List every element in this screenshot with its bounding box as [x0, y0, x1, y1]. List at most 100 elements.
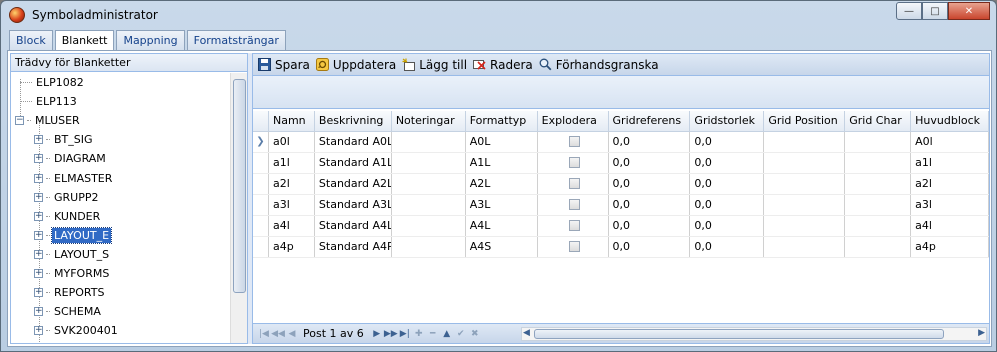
table-cell[interactable]: a4p: [911, 237, 990, 257]
column-header-explodera[interactable]: Explodera: [538, 111, 609, 131]
tree-node-diagram[interactable]: + DIAGRAM: [11, 149, 229, 168]
table-cell[interactable]: A4L: [466, 216, 538, 236]
table-cell[interactable]: 0,0: [609, 237, 691, 257]
tree-node-svk200401[interactable]: + SVK200401: [11, 321, 229, 340]
tree-node-grupp2[interactable]: + GRUPP2: [11, 188, 229, 207]
table-cell[interactable]: [764, 132, 846, 152]
column-header-noteringar[interactable]: Noteringar: [392, 111, 466, 131]
tree-scrollbar-thumb[interactable]: [233, 79, 246, 293]
column-header-beskrivning[interactable]: Beskrivning: [315, 111, 392, 131]
tree-node-layout-s[interactable]: + LAYOUT_S: [11, 245, 229, 264]
tree-node-myforms[interactable]: + MYFORMS: [11, 264, 229, 283]
table-row[interactable]: a2l Standard A2L A2L 0,0 0,0 a2l: [253, 174, 990, 195]
explodera-checkbox[interactable]: [569, 136, 581, 147]
table-cell[interactable]: A1L: [466, 153, 538, 173]
table-cell[interactable]: Standard A3L: [315, 195, 392, 215]
table-cell[interactable]: a1l: [911, 153, 990, 173]
save-button[interactable]: Spara: [256, 55, 314, 75]
table-cell[interactable]: 0,0: [609, 132, 691, 152]
row-selector[interactable]: [253, 216, 269, 236]
expand-icon[interactable]: +: [34, 135, 43, 145]
tree-node-layout-e[interactable]: + LAYOUT_E: [11, 226, 229, 245]
table-cell[interactable]: 0,0: [690, 153, 765, 173]
table-cell[interactable]: [764, 195, 846, 215]
table-cell[interactable]: a2l: [269, 174, 315, 194]
tree-scrollbar[interactable]: [230, 73, 247, 343]
explodera-checkbox[interactable]: [569, 241, 581, 252]
expand-icon[interactable]: +: [34, 288, 43, 298]
table-cell[interactable]: 0,0: [690, 132, 765, 152]
column-header-gridstorlek[interactable]: Gridstorlek: [690, 111, 765, 131]
table-cell[interactable]: a2l: [911, 174, 990, 194]
table-cell[interactable]: a4l: [911, 216, 990, 236]
table-cell[interactable]: A3L: [466, 195, 538, 215]
table-cell[interactable]: A4S: [466, 237, 538, 257]
collapse-icon[interactable]: −: [15, 116, 24, 126]
delete-button[interactable]: Radera: [471, 55, 537, 75]
next-page-icon[interactable]: ▶▶: [384, 329, 398, 339]
table-cell[interactable]: a4p: [269, 237, 315, 257]
table-cell[interactable]: a4l: [269, 216, 315, 236]
expand-icon[interactable]: +: [34, 268, 43, 278]
preview-button[interactable]: Förhandsgranska: [537, 55, 663, 75]
explodera-checkbox-cell[interactable]: [538, 153, 609, 173]
tab-block[interactable]: Block: [9, 30, 53, 50]
table-row[interactable]: a4l Standard A4L A4L 0,0 0,0 a4l: [253, 216, 990, 237]
table-cell[interactable]: 0,0: [690, 216, 765, 236]
expand-icon[interactable]: +: [34, 326, 43, 336]
table-cell[interactable]: [392, 216, 466, 236]
table-cell[interactable]: A2L: [466, 174, 538, 194]
table-cell[interactable]: [845, 216, 912, 236]
table-cell[interactable]: a1l: [269, 153, 315, 173]
row-selector[interactable]: [253, 237, 269, 257]
column-header-huvudblock[interactable]: Huvudblock: [911, 111, 990, 131]
explodera-checkbox-cell[interactable]: [538, 237, 609, 257]
tree-node-bt-sig[interactable]: + BT_SIG: [11, 130, 229, 149]
grid-horizontal-scrollbar[interactable]: ◀ ▶: [521, 327, 987, 341]
explodera-checkbox[interactable]: [569, 199, 581, 210]
table-cell[interactable]: [764, 237, 846, 257]
tab-mappning[interactable]: Mappning: [116, 30, 185, 50]
last-page-icon[interactable]: ▶|: [398, 329, 412, 339]
table-cell[interactable]: [392, 237, 466, 257]
remove-record-icon[interactable]: ━: [426, 329, 440, 339]
add-record-icon[interactable]: ✚: [412, 329, 426, 339]
column-header-gridreferens[interactable]: Gridreferens: [609, 111, 691, 131]
tree-node-mluser[interactable]: − MLUSER: [11, 111, 229, 130]
expand-icon[interactable]: +: [34, 249, 43, 259]
tab-formatstrangar[interactable]: Formatsträngar: [186, 30, 286, 50]
next-record-icon[interactable]: ▶: [370, 329, 384, 339]
explodera-checkbox[interactable]: [569, 157, 581, 168]
tree-node-kunder[interactable]: + KUNDER: [11, 207, 229, 226]
minimize-button[interactable]: —: [896, 2, 922, 20]
table-cell[interactable]: a0l: [269, 132, 315, 152]
column-header-formattyp[interactable]: Formattyp: [466, 111, 538, 131]
first-page-icon[interactable]: |◀: [257, 329, 271, 339]
scroll-left-icon[interactable]: ◀: [523, 328, 530, 338]
table-cell[interactable]: 0,0: [609, 153, 691, 173]
table-cell[interactable]: A0L: [466, 132, 538, 152]
table-cell[interactable]: 0,0: [690, 195, 765, 215]
table-row[interactable]: ❯ a0l Standard A0L A0L 0,0 0,0 A0l: [253, 132, 990, 153]
prev-page-icon[interactable]: ◀◀: [271, 329, 285, 339]
tree-node-elp1082[interactable]: ELP1082: [11, 73, 229, 92]
current-row-indicator-icon[interactable]: ❯: [253, 132, 269, 152]
tree-node-elp113[interactable]: ELP113: [11, 92, 229, 111]
edit-record-icon[interactable]: ▲: [440, 329, 454, 339]
maximize-button[interactable]: □: [922, 2, 948, 20]
table-cell[interactable]: [392, 132, 466, 152]
table-cell[interactable]: [764, 153, 846, 173]
table-cell[interactable]: [764, 174, 846, 194]
table-cell[interactable]: 0,0: [690, 174, 765, 194]
expand-icon[interactable]: +: [34, 307, 43, 317]
prev-record-icon[interactable]: ◀: [285, 329, 299, 339]
table-cell[interactable]: [845, 174, 912, 194]
tree-node-elmaster[interactable]: + ELMASTER: [11, 168, 229, 187]
explodera-checkbox-cell[interactable]: [538, 216, 609, 236]
table-row[interactable]: a4p Standard A4P A4S 0,0 0,0 a4p: [253, 237, 990, 258]
table-cell[interactable]: [764, 216, 846, 236]
expand-icon[interactable]: +: [34, 192, 43, 202]
table-cell[interactable]: [392, 174, 466, 194]
row-selector[interactable]: [253, 153, 269, 173]
tree-node-reports[interactable]: + REPORTS: [11, 283, 229, 302]
